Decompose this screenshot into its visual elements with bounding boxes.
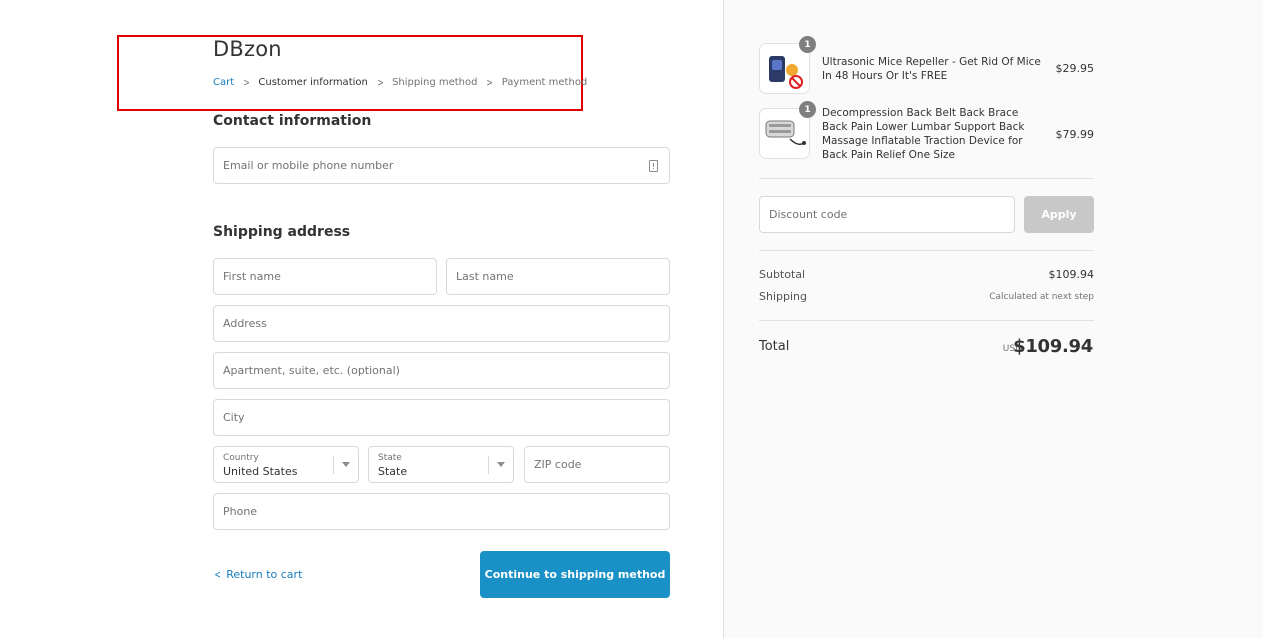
store-name[interactable]: DBzon — [213, 37, 282, 61]
country-label: Country — [223, 453, 259, 463]
quantity-badge: 1 — [799, 101, 816, 118]
state-select[interactable]: State State — [368, 446, 514, 483]
product-thumbnail: 1 — [759, 36, 816, 94]
address-wrapper — [213, 305, 670, 342]
state-label: State — [378, 453, 402, 463]
apply-discount-button[interactable]: Apply — [1024, 196, 1094, 233]
product-name: Ultrasonic Mice Repeller - Get Rid Of Mi… — [822, 56, 1041, 82]
phone-wrapper — [213, 493, 670, 530]
city-wrapper — [213, 399, 670, 436]
zip-wrapper — [524, 446, 670, 483]
highlight-annotation-box — [117, 35, 583, 111]
divider — [759, 320, 1094, 321]
chevron-down-icon — [342, 462, 350, 467]
breadcrumb-shipping-method: Shipping method — [392, 77, 478, 88]
chevron-right-icon: > — [486, 76, 494, 89]
last-name-wrapper — [446, 258, 670, 295]
checkout-main: DBzon Cart > Customer information > Ship… — [0, 0, 723, 638]
breadcrumb: Cart > Customer information > Shipping m… — [213, 76, 587, 89]
product-name: Decompression Back Belt Back Brace Back … — [822, 107, 1025, 161]
zip-field[interactable] — [525, 447, 669, 482]
shipping-row: Shipping Calculated at next step — [759, 290, 1094, 303]
country-select[interactable]: Country United States — [213, 446, 359, 483]
return-to-cart-label: Return to cart — [226, 568, 303, 581]
return-to-cart-link[interactable]: < Return to cart — [213, 568, 302, 581]
first-name-wrapper — [213, 258, 437, 295]
discount-field-wrapper — [759, 196, 1015, 233]
email-field[interactable] — [214, 148, 669, 183]
breadcrumb-payment-method: Payment method — [501, 77, 588, 88]
breadcrumb-customer-information: Customer information — [258, 77, 368, 88]
breadcrumb-cart[interactable]: Cart — [213, 77, 234, 88]
state-value: State — [378, 465, 408, 478]
shipping-address-title: Shipping address — [213, 224, 351, 240]
email-field-wrapper — [213, 147, 670, 184]
country-value: United States — [223, 465, 298, 478]
contact-info-icon — [649, 160, 658, 172]
product-price: $79.99 — [1055, 128, 1095, 141]
subtotal-value: $109.94 — [1048, 268, 1095, 281]
quantity-badge: 1 — [799, 36, 816, 53]
select-divider — [333, 456, 334, 474]
total-amount: $109.94 — [1013, 336, 1093, 357]
contact-information-title: Contact information — [213, 113, 372, 129]
divider — [759, 250, 1094, 251]
discount-code-field[interactable] — [760, 197, 1014, 232]
shipping-value: Calculated at next step — [989, 292, 1094, 302]
order-item: 1 Ultrasonic Mice Repeller - Get Rid Of … — [759, 36, 1095, 95]
apartment-wrapper — [213, 352, 670, 389]
subtotal-row: Subtotal $109.94 — [759, 268, 1094, 281]
chevron-right-icon: > — [243, 76, 250, 89]
shipping-label: Shipping — [759, 290, 807, 303]
subtotal-label: Subtotal — [759, 268, 806, 281]
chevron-down-icon — [497, 462, 505, 467]
phone-field[interactable] — [214, 494, 669, 529]
chevron-left-icon: < — [214, 568, 221, 581]
total-label: Total — [759, 339, 790, 354]
first-name-field[interactable] — [214, 259, 436, 294]
apartment-field[interactable] — [214, 353, 669, 388]
divider — [759, 178, 1094, 179]
select-divider — [488, 456, 489, 474]
order-summary-sidebar: 1 Ultrasonic Mice Repeller - Get Rid Of … — [723, 0, 1263, 638]
product-price: $29.95 — [1055, 62, 1095, 75]
city-field[interactable] — [214, 400, 669, 435]
chevron-right-icon: > — [377, 76, 384, 89]
continue-to-shipping-button[interactable]: Continue to shipping method — [480, 551, 670, 598]
order-item: 1 Decompression Back Belt Back Brace Bac… — [759, 101, 1095, 164]
last-name-field[interactable] — [447, 259, 669, 294]
product-thumbnail: 1 — [759, 101, 816, 159]
address-field[interactable] — [214, 306, 669, 341]
